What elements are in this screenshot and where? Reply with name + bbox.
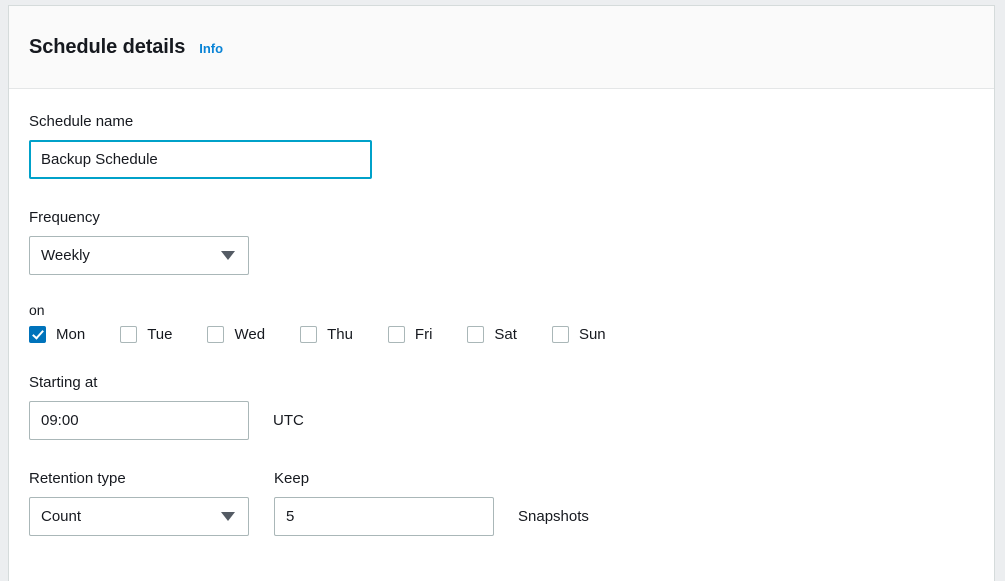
retention-type-select[interactable]: Count (29, 497, 249, 536)
day-checkbox-sat[interactable]: Sat (467, 326, 517, 343)
retention-type-select-wrap: Count (29, 497, 249, 536)
checkbox-icon-thu[interactable] (300, 326, 317, 343)
frequency-label: Frequency (29, 209, 974, 227)
day-label-fri: Fri (415, 326, 433, 343)
panel-header: Schedule details Info (9, 6, 994, 89)
starting-at-field: Starting at UTC (29, 374, 974, 440)
keep-input[interactable] (274, 497, 494, 536)
day-checkbox-sun[interactable]: Sun (552, 326, 606, 343)
day-checkbox-wed[interactable]: Wed (207, 326, 265, 343)
checkbox-icon-mon[interactable] (29, 326, 46, 343)
day-label-mon: Mon (56, 326, 85, 343)
checkbox-icon-sat[interactable] (467, 326, 484, 343)
starting-at-row: UTC (29, 401, 974, 440)
frequency-select[interactable]: Weekly (29, 236, 249, 275)
day-label-tue: Tue (147, 326, 172, 343)
info-link[interactable]: Info (199, 41, 223, 56)
retention-type-label: Retention type (29, 470, 249, 488)
checkbox-icon-fri[interactable] (388, 326, 405, 343)
checkbox-icon-sun[interactable] (552, 326, 569, 343)
schedule-details-panel: Schedule details Info Schedule name Freq… (8, 5, 995, 581)
keep-unit-label: Snapshots (518, 497, 589, 536)
frequency-select-wrap: Weekly (29, 236, 974, 275)
days-field: on Mon Tue Wed Thu (29, 302, 974, 343)
retention-type-field: Retention type Count (29, 470, 249, 536)
day-label-sat: Sat (494, 326, 517, 343)
timezone-label: UTC (273, 401, 304, 440)
frequency-selected-value: Weekly (41, 247, 221, 264)
day-checkbox-fri[interactable]: Fri (388, 326, 433, 343)
days-label: on (29, 302, 974, 318)
chevron-down-icon (221, 512, 235, 521)
chevron-down-icon (221, 251, 235, 260)
retention-type-selected-value: Count (41, 508, 221, 525)
day-label-sun: Sun (579, 326, 606, 343)
keep-field: Keep (274, 470, 494, 536)
schedule-name-input[interactable] (29, 140, 372, 179)
day-checkbox-list: Mon Tue Wed Thu Fri (29, 326, 974, 343)
starting-at-input[interactable] (29, 401, 249, 440)
checkbox-icon-tue[interactable] (120, 326, 137, 343)
schedule-name-field: Schedule name (29, 113, 974, 179)
schedule-name-label: Schedule name (29, 113, 974, 131)
page-title: Schedule details (29, 36, 185, 59)
retention-row: Retention type Count Keep Snapshots (29, 470, 974, 536)
day-checkbox-tue[interactable]: Tue (120, 326, 172, 343)
panel-body: Schedule name Frequency Weekly on Mon (9, 89, 994, 536)
starting-at-label: Starting at (29, 374, 974, 392)
checkbox-icon-wed[interactable] (207, 326, 224, 343)
day-checkbox-mon[interactable]: Mon (29, 326, 85, 343)
day-label-wed: Wed (234, 326, 265, 343)
day-checkbox-thu[interactable]: Thu (300, 326, 353, 343)
day-label-thu: Thu (327, 326, 353, 343)
keep-label: Keep (274, 470, 494, 488)
frequency-field: Frequency Weekly (29, 209, 974, 275)
